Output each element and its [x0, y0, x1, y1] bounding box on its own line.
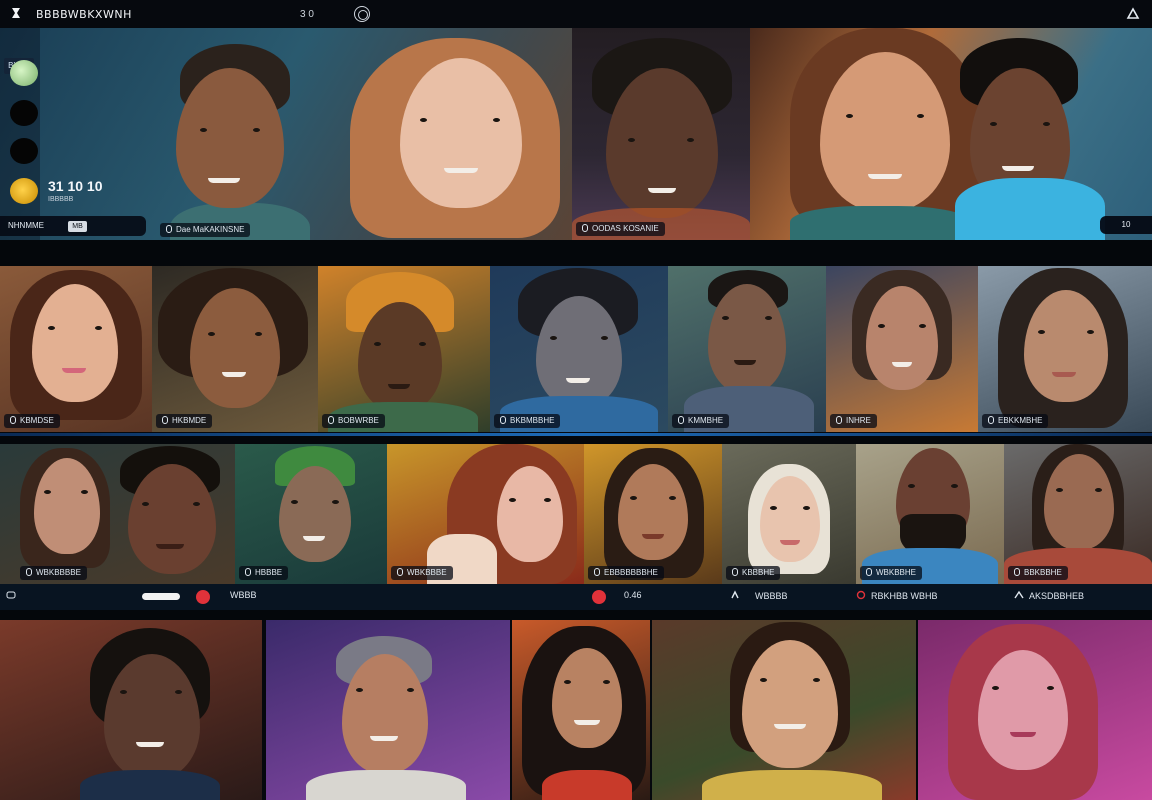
mic-icon [397, 568, 403, 576]
participant-name: BBKBBHE [1008, 566, 1068, 580]
timer-label: IBBBBB [48, 196, 74, 203]
participant-name: EBBBBBBBHE [588, 566, 664, 580]
video-tile[interactable] [0, 620, 262, 800]
video-tile[interactable]: BOBWRBE [318, 266, 490, 432]
video-tile[interactable]: WBKBBBE [387, 444, 584, 584]
video-tile[interactable] [266, 620, 510, 800]
cloud-icon [12, 8, 20, 18]
side-rail: BXHE [0, 28, 40, 240]
share-screen-button[interactable]: WBBBB [730, 590, 788, 601]
recording-time: 0.46 [624, 590, 642, 600]
mic-icon [245, 568, 251, 576]
video-tile[interactable]: HKBMDE [152, 266, 318, 432]
status-green-icon[interactable] [10, 60, 38, 86]
row-divider [0, 610, 1152, 620]
video-tile[interactable]: KMMBHE [668, 266, 826, 432]
globe-icon[interactable] [354, 6, 370, 22]
participant-name: OODAS KOSANIE [576, 222, 665, 236]
mic-icon [866, 568, 872, 576]
mic-icon [678, 416, 684, 424]
row-divider [0, 436, 1152, 444]
participant-name: HBBBE [239, 566, 289, 580]
mic-toggle-icon[interactable] [10, 138, 38, 164]
share-label: WBBBB [755, 591, 788, 601]
participant-name: BOBWRBE [322, 414, 385, 428]
video-tile[interactable]: KBBBHE [722, 444, 856, 584]
participant-name: WBKBBBE [391, 566, 453, 580]
mic-icon [328, 416, 334, 424]
reactions-button[interactable]: RBKHBB WBHB [856, 590, 938, 601]
top-bar: BBBBWBKXWNH 3 0 [0, 0, 1152, 28]
participant-name: HKBMDE [156, 414, 213, 428]
mic-icon [594, 568, 600, 576]
participant-name: KMMBHE [672, 414, 730, 428]
video-tile[interactable]: WBKBBHE [856, 444, 1004, 584]
toolbar-pill[interactable]: MB [68, 221, 87, 232]
row-divider [0, 240, 1152, 266]
participants-label: AKSDBBHEB [1029, 591, 1085, 601]
video-tile[interactable] [512, 620, 650, 800]
mic-icon [166, 225, 172, 233]
mic-icon [732, 568, 738, 576]
participant-name: KBMDSE [4, 414, 60, 428]
meeting-timer: 31 10 10 [48, 178, 103, 194]
participant-toolbar[interactable]: NHNMME MB [0, 216, 146, 236]
app-title: BBBBWBKXWNH [36, 8, 132, 21]
participant-name: Dae MaKAKINSNE [160, 223, 251, 237]
video-tile[interactable]: OODAS KOSANIE [572, 28, 750, 240]
mic-icon [10, 416, 16, 424]
mic-icon [988, 416, 994, 424]
mic-icon [500, 416, 506, 424]
video-tile[interactable]: EBKKMBHE [978, 266, 1152, 432]
reaction-icon [856, 590, 866, 600]
control-label[interactable]: WBBB [230, 590, 257, 600]
participant-name: INHRE [830, 414, 877, 428]
mic-icon [582, 224, 588, 232]
video-tile[interactable] [750, 28, 1152, 240]
meeting-code: 3 0 [300, 9, 314, 20]
mic-icon [26, 568, 32, 576]
mic-icon [162, 416, 168, 424]
video-tile[interactable] [652, 620, 916, 800]
control-strip: WBBB 0.46 WBBBB RBKHBB WBHB AKSDBBHEB [0, 584, 1152, 610]
settings-icon[interactable] [1126, 6, 1140, 20]
participant-count-badge[interactable]: 10 [1100, 216, 1152, 234]
video-tile[interactable] [918, 620, 1152, 800]
chat-icon[interactable] [6, 590, 21, 601]
participant-name: WBKBBHE [860, 566, 923, 580]
video-tile[interactable]: Dae MaKAKINSNE [0, 28, 572, 240]
video-tile[interactable]: BBKBBHE [1004, 444, 1152, 584]
reactions-label: RBKHBB WBHB [871, 591, 938, 601]
video-tile[interactable]: BKBMBBHE [490, 266, 668, 432]
record-button[interactable] [196, 590, 210, 604]
video-tile[interactable]: KBMDSE [0, 266, 152, 432]
participants-button[interactable]: AKSDBBHEB [1014, 590, 1084, 601]
video-tile[interactable]: INHRE [826, 266, 978, 432]
mic-icon [1014, 568, 1020, 576]
participant-name: BKBMBBHE [494, 414, 561, 428]
hand-raise-icon[interactable] [10, 178, 38, 204]
video-tile[interactable]: HBBBE [235, 444, 387, 584]
participant-name: WBKBBBBE [20, 566, 87, 580]
video-tile[interactable]: WBKBBBBE [0, 444, 235, 584]
participant-name: KBBBHE [726, 566, 781, 580]
camera-toggle-icon[interactable] [10, 100, 38, 126]
toolbar-label: NHNMME [8, 221, 44, 230]
video-tile[interactable]: EBBBBBBBHE [584, 444, 722, 584]
participant-name: EBKKMBHE [982, 414, 1049, 428]
people-icon [1014, 590, 1024, 599]
share-icon [731, 590, 739, 599]
record-button[interactable] [592, 590, 606, 604]
volume-slider[interactable] [142, 593, 180, 600]
mic-icon [836, 416, 842, 424]
